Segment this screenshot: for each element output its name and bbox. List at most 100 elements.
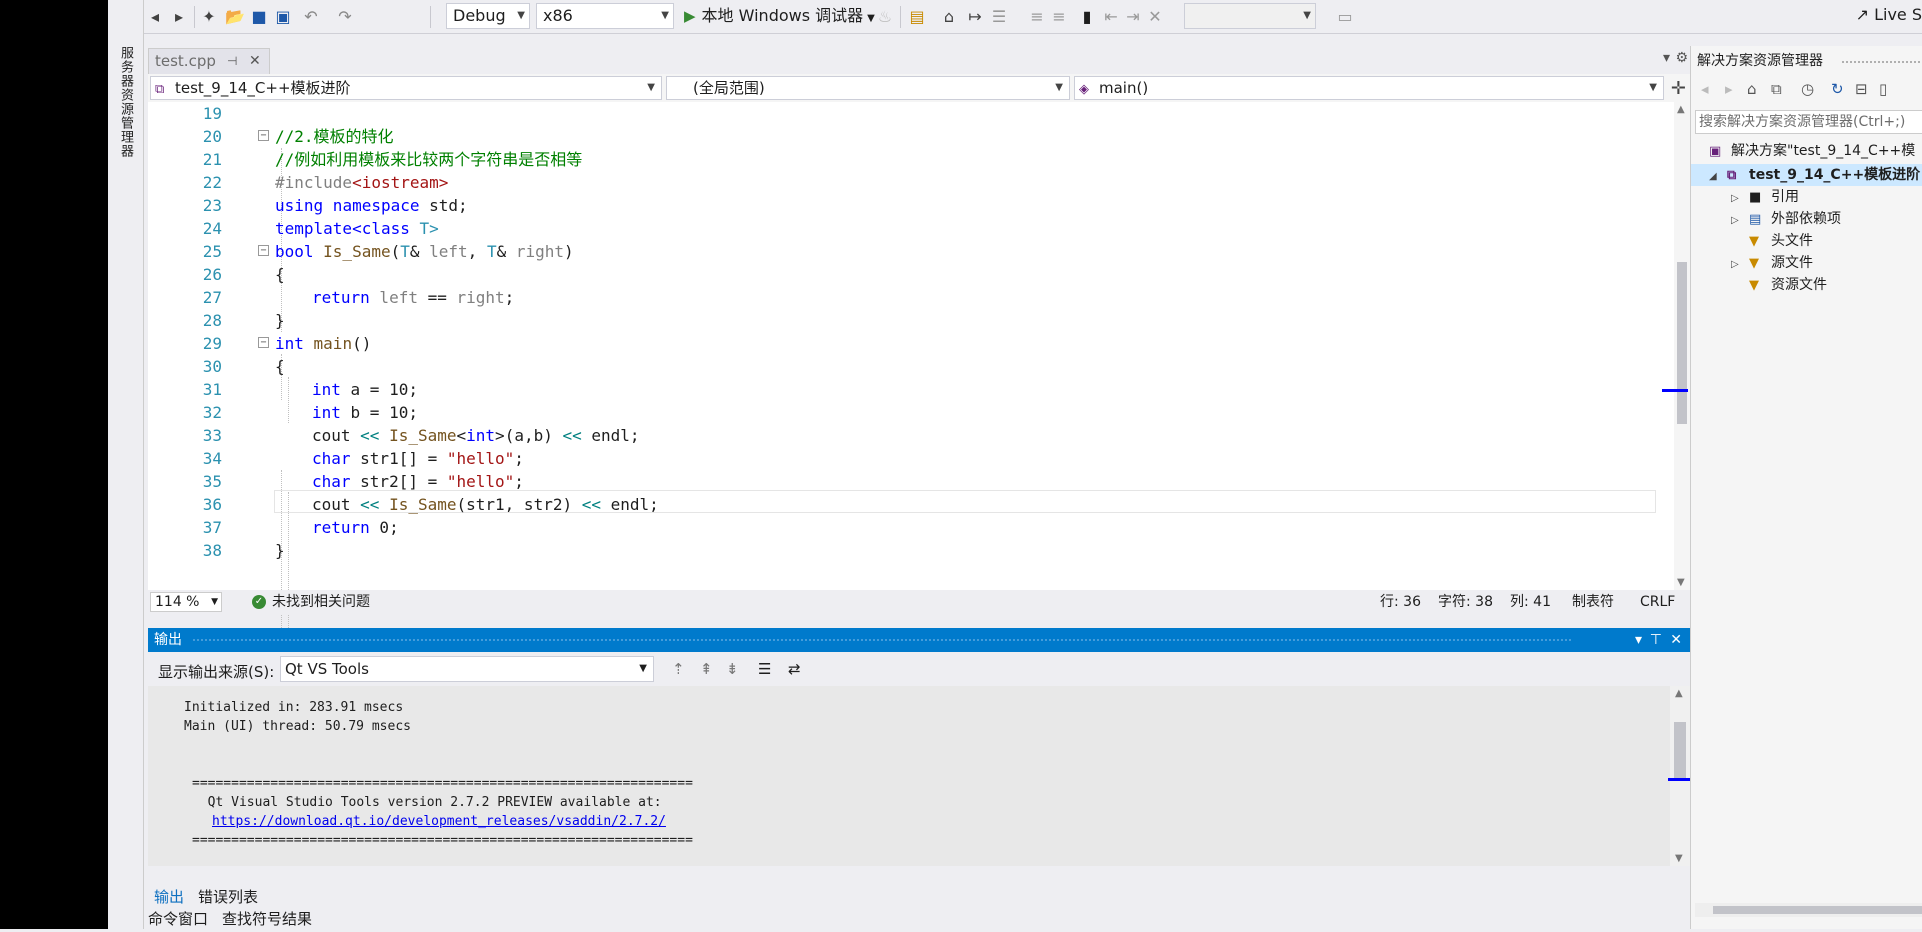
back-icon[interactable]: ◂ [1701,80,1709,98]
tree-item-header-files[interactable]: ▼ 头文件 [1749,230,1813,253]
code-token: ) [564,242,574,261]
outdent-icon[interactable]: ≡ [1048,6,1070,28]
tree-item-resource-files[interactable]: ▼ 资源文件 [1749,274,1827,297]
collapse-all-icon[interactable]: ⊟ [1855,80,1868,98]
editor-vertical-scrollbar[interactable]: ▲ ▼ [1662,102,1690,590]
output-text-area[interactable]: Initialized in: 283.91 msecs Main (UI) t… [148,686,1690,866]
tabs-indicator[interactable]: 制表符 [1572,590,1614,614]
tab-find-symbol-results[interactable]: 查找符号结果 [222,906,312,932]
prev-message-icon[interactable]: ⇞ [700,660,713,678]
zoom-dropdown[interactable]: 114 % ▼ [150,592,222,612]
tab-command-window[interactable]: 命令窗口 [148,906,208,932]
switch-views-icon[interactable]: ⧉ [1771,80,1782,98]
line-ending-indicator[interactable]: CRLF [1640,590,1675,614]
next-message-icon[interactable]: ⇟ [726,660,739,678]
next-bookmark-icon[interactable]: ⇥ [1122,6,1144,28]
gear-icon[interactable]: ⚙ [1675,50,1688,66]
line-indicator[interactable]: 行: 36 [1380,590,1421,614]
scroll-up-icon[interactable]: ▲ [1675,688,1683,699]
open-file-icon[interactable]: 📂 [224,6,246,28]
pin-icon[interactable]: ⊣ [227,49,237,73]
scroll-up-icon[interactable]: ▲ [1677,104,1685,115]
scrollbar-thumb[interactable] [1713,906,1922,914]
column-indicator[interactable]: 列: 41 [1510,590,1551,614]
empty-toolbar-dropdown[interactable]: ▼ [1184,3,1316,29]
code-token: return [312,288,370,307]
project-dropdown[interactable]: ⧉ test_9_14_C++模板进阶 ▼ [150,76,662,100]
hot-reload-icon[interactable]: ♨ [874,6,896,28]
scrollbar-thumb[interactable] [1677,262,1687,424]
home-icon[interactable]: ⌂ [1747,80,1757,98]
clear-all-icon[interactable]: ☰ [758,660,771,678]
collapse-icon[interactable]: − [258,337,269,348]
tree-item-solution[interactable]: ▣ 解决方案"test_9_14_C++模 [1709,140,1915,163]
window-position-icon[interactable]: ▾ [1635,628,1642,652]
close-icon[interactable]: ✕ [1670,628,1682,652]
tree-item-references[interactable]: ▷ ■ 引用 [1731,186,1799,210]
save-icon[interactable]: ■ [248,6,270,28]
find-message-icon[interactable]: ⇡ [672,660,685,678]
solution-platform-dropdown[interactable]: x86 ▼ [536,3,674,29]
collapsed-arrow-icon[interactable]: ▷ [1731,210,1749,232]
expanded-arrow-icon[interactable]: ◢ [1709,166,1727,188]
tree-item-external-deps[interactable]: ▷ ▤ 外部依赖项 [1731,208,1841,232]
output-vertical-scrollbar[interactable]: ▲ ▼ [1668,686,1690,866]
save-all-icon[interactable]: ▣ [272,6,294,28]
back-icon[interactable]: ◂ [144,6,166,28]
collapsed-arrow-icon[interactable]: ▷ [1731,188,1749,210]
solution-configuration-dropdown[interactable]: Debug ▼ [446,3,530,29]
split-window-icon[interactable]: ✛ [1671,78,1686,99]
undo-icon[interactable]: ↶ [300,6,322,28]
collapse-icon[interactable]: − [258,245,269,256]
output-source-dropdown[interactable]: Qt VS Tools ▼ [280,656,654,682]
refresh-icon[interactable]: ↻ [1831,80,1844,98]
output-line: Initialized in: 283.91 msecs [184,700,404,715]
download-link[interactable]: https://download.qt.io/development_relea… [212,814,666,829]
start-debugging-button[interactable]: ▶ 本地 Windows 调试器 ▼ [684,3,875,29]
live-share-button[interactable]: ↗ Live S [1856,5,1922,24]
code-editor[interactable]: 19 20−//2.模板的特化 21//例如利用模板来比较两个字符串是否相等 2… [148,102,1690,660]
comment-icon[interactable]: ☰ [988,6,1010,28]
scroll-down-icon[interactable]: ▼ [1675,853,1683,864]
scroll-down-icon[interactable]: ▼ [1677,577,1685,588]
server-explorer-side-tab[interactable]: 服务器资源管理器 [108,0,144,929]
find-in-files-icon[interactable]: ▤ [906,6,928,28]
collapsed-arrow-icon[interactable]: ▷ [1731,254,1749,276]
solution-search-input[interactable]: 搜索解决方案资源管理器(Ctrl+;) [1695,110,1922,134]
tree-item-project[interactable]: ◢ ⧉ test_9_14_C++模板进阶 [1709,164,1920,188]
word-wrap-icon[interactable]: ⇄ [788,660,801,678]
forward-icon[interactable]: ▸ [1725,80,1733,98]
output-link[interactable]: https://download.qt.io/development_relea… [212,812,666,831]
tree-item-source-files[interactable]: ▷ ▼ 源文件 [1731,252,1813,276]
issues-status[interactable]: 未找到相关问题 [272,590,370,614]
scrollbar-thumb[interactable] [1674,722,1686,778]
tab-test-cpp[interactable]: test.cpp ⊣ ✕ [148,48,270,74]
prev-bookmark-icon[interactable]: ⇤ [1100,6,1122,28]
solution-explorer-title: 解决方案资源管理器 [1697,53,1823,69]
line-number: 30 [202,357,222,376]
pin-icon[interactable]: ⊤ [1650,628,1662,652]
redo-icon[interactable]: ↷ [334,6,356,28]
browse-icon[interactable]: ⌂ [938,6,960,28]
step-icon[interactable]: ↦ [964,6,986,28]
close-icon[interactable]: ✕ [249,49,261,73]
platform-value: x86 [543,6,573,25]
member-dropdown[interactable]: ◈ main() ▼ [1074,76,1664,100]
filter-folder-icon: ▼ [1749,256,1759,271]
code-token: <class [352,219,410,238]
clear-bookmarks-icon[interactable]: ✕ [1144,6,1166,28]
indent-icon[interactable]: ≡ [1026,6,1048,28]
bookmark-icon[interactable]: ▮ [1076,6,1098,28]
tab-dropdown-icon[interactable]: ▾ [1663,50,1670,66]
solution-horizontal-scrollbar[interactable] [1695,903,1922,917]
scope-dropdown[interactable]: (全局范围) ▼ [666,76,1070,100]
new-project-icon[interactable]: ✦ [198,6,220,28]
line-number: 34 [202,449,222,468]
forward-icon[interactable]: ▸ [168,6,190,28]
toolbar-options-icon[interactable]: ▭ [1334,6,1356,28]
toolbar-separator [430,6,431,28]
pending-changes-icon[interactable]: ◷ [1801,80,1814,98]
char-indicator[interactable]: 字符: 38 [1438,590,1493,614]
show-all-files-icon[interactable]: ▯ [1879,80,1887,98]
collapse-icon[interactable]: − [258,130,269,141]
